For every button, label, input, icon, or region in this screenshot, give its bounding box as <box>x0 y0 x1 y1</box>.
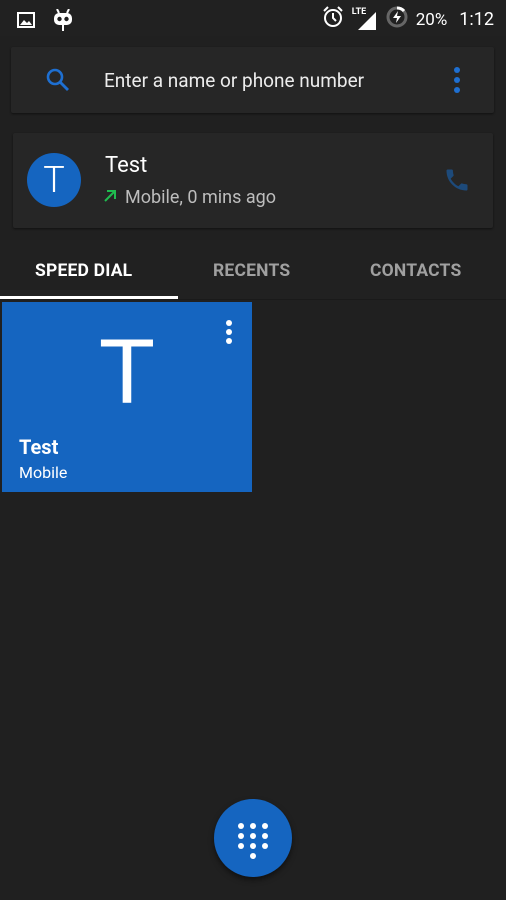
outgoing-call-arrow-icon <box>103 187 117 208</box>
avatar: T <box>27 153 81 207</box>
tab-divider <box>0 299 506 300</box>
cyanogenmod-notification-icon <box>53 8 73 35</box>
speed-dial-tile[interactable]: T Test Mobile <box>2 302 252 492</box>
recent-contact-name: Test <box>105 153 148 178</box>
tile-more-vert-icon[interactable] <box>226 320 232 344</box>
dialpad-button[interactable] <box>214 799 292 877</box>
tile-avatar-letter: T <box>98 321 156 423</box>
battery-percent: 20% <box>415 9 448 30</box>
alarm-icon <box>322 6 344 33</box>
tile-contact-name: Test <box>19 435 59 459</box>
tab-bar: SPEED DIAL RECENTS CONTACTS <box>0 240 506 300</box>
tile-phone-type: Mobile <box>19 463 68 482</box>
tab-speed-dial[interactable]: SPEED DIAL <box>35 261 132 281</box>
phone-icon[interactable] <box>443 166 471 198</box>
search-icon[interactable] <box>45 67 71 97</box>
image-notification-icon <box>17 12 35 32</box>
dialpad-icon <box>238 823 268 859</box>
status-bar: LTE 20% 1:12 <box>0 0 506 36</box>
recent-call-detail: Mobile, 0 mins ago <box>125 187 276 208</box>
tab-recents[interactable]: RECENTS <box>213 261 290 281</box>
lte-signal-icon: LTE <box>351 6 378 32</box>
tab-contacts[interactable]: CONTACTS <box>370 261 461 281</box>
battery-charging-icon <box>386 6 408 33</box>
network-type-label: LTE <box>351 6 367 17</box>
recent-call-card[interactable]: T Test Mobile, 0 mins ago <box>13 133 493 228</box>
search-input[interactable]: Enter a name or phone number <box>104 69 364 92</box>
search-bar[interactable]: Enter a name or phone number <box>11 47 494 113</box>
clock: 1:12 <box>459 9 494 30</box>
more-vert-icon[interactable] <box>452 67 462 93</box>
